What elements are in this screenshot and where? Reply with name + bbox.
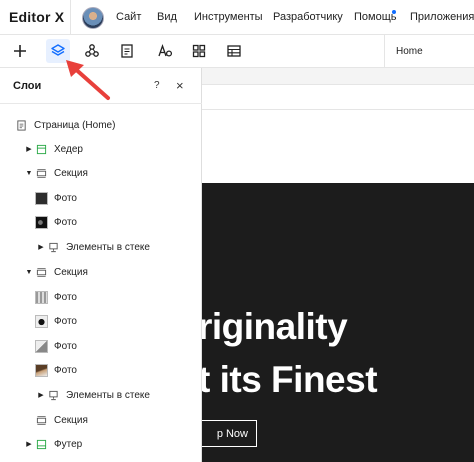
canvas-header-strip [202,84,474,110]
layer-footer[interactable]: ▶ Футер [24,434,82,454]
menu-apps[interactable]: Приложения [410,11,474,23]
layer-label: Секция [54,266,88,278]
layer-section[interactable]: Секция [34,410,88,430]
header-icon [34,142,48,156]
typography-icon[interactable] [153,39,177,63]
layer-photo[interactable]: Фото [35,311,77,331]
notification-dot [392,10,396,14]
close-icon[interactable]: × [176,78,184,93]
menu-developer[interactable]: Разработчику [273,11,343,23]
section-icon [34,166,48,180]
hero-title-line1: riginality [202,306,348,347]
expand-caret-icon[interactable]: ▶ [36,243,46,251]
layer-page[interactable]: Страница (Home) [14,115,115,135]
photo-thumbnail [35,339,48,353]
layer-label: Фото [54,364,77,376]
layer-photo[interactable]: Фото [35,360,77,380]
editor-canvas[interactable]: riginality t its Finest p Now [202,68,474,462]
layer-label: Фото [54,216,77,228]
pages-icon[interactable] [115,39,139,63]
stack-icon [46,388,60,402]
apps-icon[interactable] [187,39,211,63]
footer-icon [34,437,48,451]
layer-section[interactable]: ▼ Секция [24,262,88,282]
layer-photo[interactable]: Фото [35,212,77,232]
layer-photo[interactable]: Фото [35,336,77,356]
add-icon[interactable] [8,39,32,63]
user-avatar[interactable] [82,7,104,29]
layers-panel: Слои ? × Страница (Home) ▶ Хедер ▼ Секци… [0,68,202,462]
photo-thumbnail [35,314,48,328]
layer-photo[interactable]: Фото [35,188,77,208]
topbar-divider [70,0,71,35]
menu-help[interactable]: Помощь [354,11,397,23]
expand-caret-icon[interactable]: ▶ [24,145,34,153]
layers-panel-title: Слои [13,80,42,92]
shop-now-button[interactable]: p Now [202,420,257,447]
layer-photo[interactable]: Фото [35,287,77,307]
table-icon[interactable] [222,39,246,63]
layer-label: Фото [54,340,77,352]
top-bar: Editor X Сайт Вид Инструменты Разработчи… [0,0,474,35]
section-icon [34,413,48,427]
layer-label: Элементы в стеке [66,389,150,401]
current-page-selector[interactable]: Home [396,46,423,57]
editor-x-logo[interactable]: Editor X [9,9,64,25]
page-icon [14,118,28,132]
layer-section[interactable]: ▼ Секция [24,163,88,183]
expand-caret-icon[interactable]: ▶ [24,440,34,448]
hero-title-line2: t its Finest [202,359,378,400]
layer-label: Хедер [54,143,83,155]
layer-label: Секция [54,167,88,179]
layer-label: Фото [54,291,77,303]
photo-thumbnail [35,363,48,377]
collapse-caret-icon[interactable]: ▼ [24,269,34,276]
expand-caret-icon[interactable]: ▶ [36,391,46,399]
help-icon[interactable]: ? [154,80,160,91]
section-icon [34,265,48,279]
layer-label: Элементы в стеке [66,241,150,253]
photo-thumbnail [35,191,48,205]
photo-thumbnail [35,290,48,304]
menu-site[interactable]: Сайт [116,11,141,23]
canvas-header-area [202,110,474,183]
menu-tools[interactable]: Инструменты [194,11,263,23]
layer-stack[interactable]: ▶ Элементы в стеке [36,385,150,405]
layer-label: Футер [54,438,83,450]
collapse-caret-icon[interactable]: ▼ [24,170,34,177]
toolbar-divider [384,35,385,68]
hero-section[interactable]: riginality t its Finest p Now [202,183,474,462]
layer-label: Фото [54,315,77,327]
photo-thumbnail [35,215,48,229]
layer-label: Секция [54,414,88,426]
layer-header[interactable]: ▶ Хедер [24,139,83,159]
stack-icon [46,240,60,254]
layer-label: Фото [54,192,77,204]
menu-view[interactable]: Вид [157,11,177,23]
layer-label: Страница (Home) [34,119,116,131]
annotation-arrow [66,60,110,100]
layer-stack[interactable]: ▶ Элементы в стеке [36,237,150,257]
